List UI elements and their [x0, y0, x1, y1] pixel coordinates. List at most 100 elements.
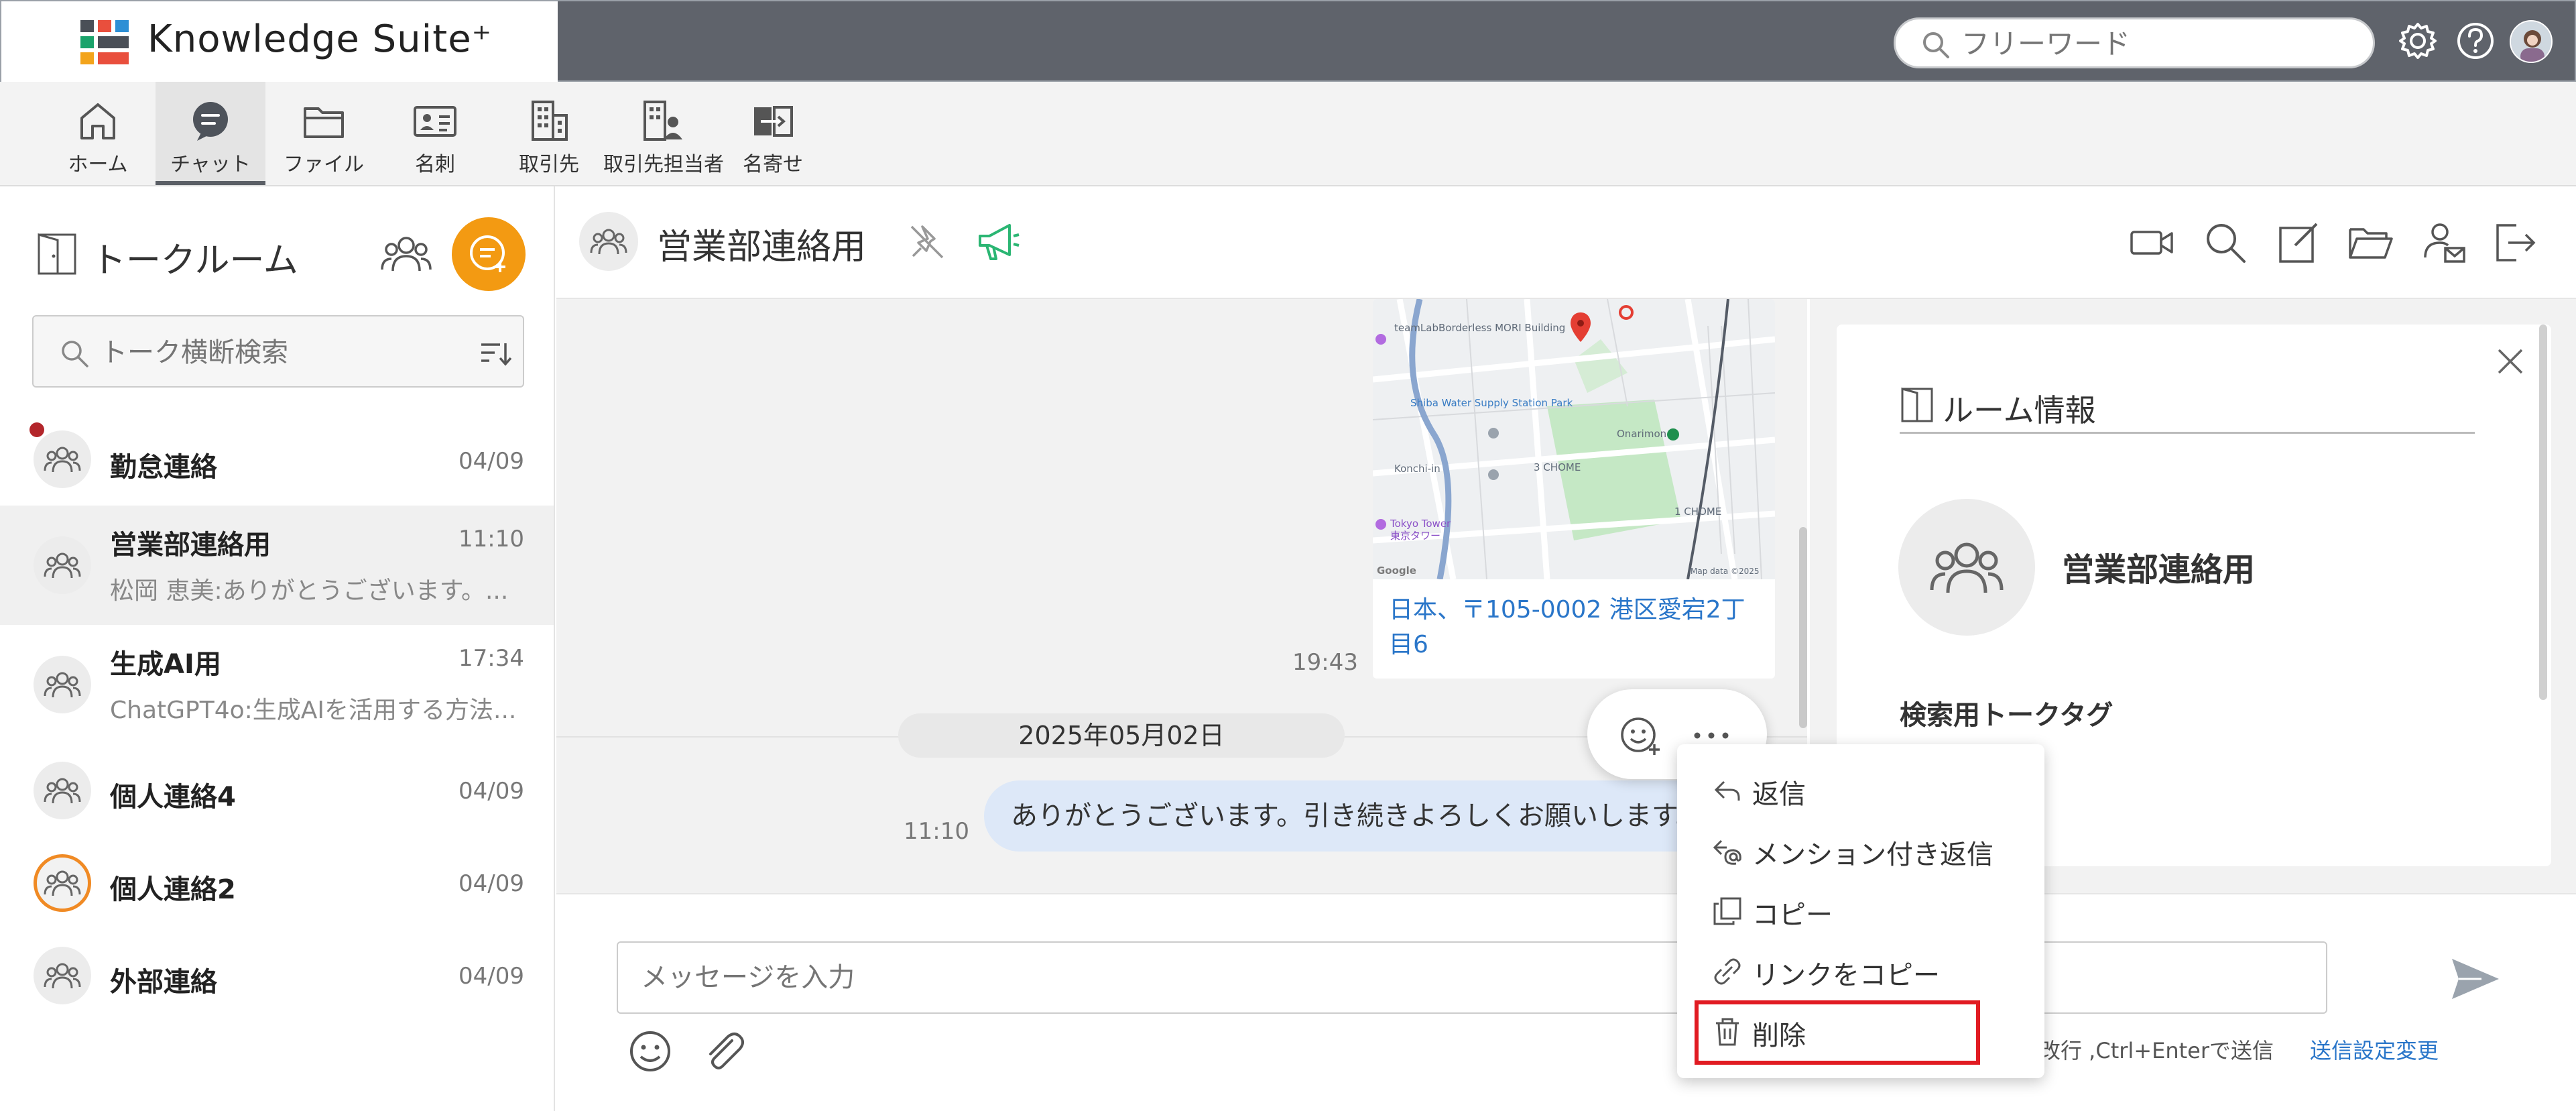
room-avatar	[34, 430, 91, 488]
member-mail-icon[interactable]	[2421, 220, 2467, 266]
pin-off-icon[interactable]	[906, 221, 948, 263]
business-card-icon	[414, 106, 456, 137]
nav-chat-label: チャット	[170, 153, 251, 176]
talk-search[interactable]	[32, 315, 524, 388]
room-avatar	[34, 536, 91, 594]
talk-room-sidebar: トークルーム トーク横断検索 勤怠連絡 04/09 営業部連絡用 11:10 松…	[0, 186, 555, 1111]
search-icon	[1923, 32, 1949, 58]
send-hint: で改行 ,Ctrl+Enterで送信	[2018, 1038, 2274, 1063]
copy-icon	[1713, 897, 1741, 925]
leave-room-icon[interactable]	[2492, 220, 2538, 266]
new-chat-button[interactable]	[452, 217, 526, 291]
search-icon[interactable]	[2203, 220, 2248, 266]
nav-home-label: ホーム	[68, 153, 128, 176]
room-time: 17:34	[458, 645, 524, 672]
menu-item-mention-reply[interactable]: メンション付き返信	[1677, 821, 2044, 881]
nav-business-card-label: 名刺	[415, 153, 455, 176]
message-list[interactable]: teamLabBorderless MORI Building Shiba Wa…	[556, 299, 1807, 893]
room-item[interactable]: 営業部連絡用 11:10 松岡 恵美:ありがとうございます。...	[0, 506, 554, 625]
global-search-input[interactable]	[1961, 26, 2350, 61]
main-nav: ホーム チャット ファイル 名刺 取引先 取引先担当者 名寄せ	[0, 82, 2576, 186]
map-label: teamLabBorderless MORI Building	[1394, 322, 1565, 334]
sort-icon[interactable]	[480, 339, 512, 367]
room-name: 生成AI用	[110, 649, 221, 680]
map-label: 東京タワー	[1390, 530, 1440, 542]
attachment-icon[interactable]	[700, 1027, 748, 1075]
room-preview: 松岡 恵美:ありがとうございます。...	[110, 577, 509, 605]
video-call-icon[interactable]	[2129, 220, 2174, 266]
new-chat-icon	[470, 235, 505, 272]
room-item[interactable]: 生成AI用 17:34 ChatGPT4o:生成AIを活用する方法...	[0, 625, 554, 744]
chat-icon	[193, 102, 228, 141]
room-name: 個人連絡4	[110, 782, 236, 813]
message-bubble[interactable]: ありがとうございます。引き続きよろしくお願いします。	[984, 780, 1721, 852]
group-icon	[590, 229, 627, 255]
add-reaction-icon[interactable]	[1618, 713, 1662, 758]
map-label: Google	[1377, 565, 1416, 577]
close-icon[interactable]	[2494, 345, 2527, 378]
megaphone-icon[interactable]	[975, 220, 1020, 263]
room-time: 04/09	[458, 448, 524, 475]
room-item[interactable]: 個人連絡2 04/09	[0, 837, 554, 929]
global-search[interactable]	[1894, 17, 2375, 68]
brand[interactable]: Knowledge Suite⁺	[1, 1, 558, 82]
brand-logo-icon	[80, 20, 129, 64]
menu-item-label: メンション付き返信	[1752, 839, 1994, 870]
menu-item-copy-link[interactable]: リンクをコピー	[1677, 941, 2044, 1002]
group-icon	[44, 447, 81, 473]
map-label: 3 CHOME	[1534, 461, 1581, 473]
map-preview[interactable]: teamLabBorderless MORI Building Shiba Wa…	[1373, 299, 1775, 579]
emoji-icon[interactable]	[626, 1027, 674, 1075]
door-icon	[1901, 388, 1933, 422]
room-time: 04/09	[458, 870, 524, 897]
room-item[interactable]: 勤怠連絡 04/09	[0, 414, 554, 506]
nav-home[interactable]: ホーム	[59, 82, 137, 185]
panel-scrollbar[interactable]	[2539, 325, 2547, 700]
edit-note-icon[interactable]	[2275, 220, 2321, 266]
gear-icon[interactable]	[2397, 20, 2439, 62]
unread-dot	[29, 422, 44, 437]
room-avatar	[34, 762, 91, 819]
menu-item-reply[interactable]: 返信	[1677, 760, 2044, 821]
group-icon	[44, 552, 81, 579]
map-label: Map data ©2025	[1691, 567, 1760, 576]
map-address-link[interactable]: 日本、〒105-0002 港区愛宕2丁目6	[1389, 593, 1764, 662]
room-name: 個人連絡2	[110, 874, 236, 905]
user-avatar[interactable]	[2510, 20, 2553, 63]
message-input[interactable]	[617, 941, 2327, 1014]
group-icon	[44, 778, 81, 804]
room-avatar	[579, 212, 638, 271]
search-icon	[62, 341, 88, 367]
nav-business-card[interactable]: 名刺	[393, 82, 477, 185]
menu-item-copy[interactable]: コピー	[1677, 881, 2044, 941]
nav-file[interactable]: ファイル	[282, 82, 366, 185]
nav-chat[interactable]: チャット	[156, 82, 265, 185]
map-label: 1 CHOME	[1674, 506, 1721, 518]
door-icon	[38, 233, 76, 275]
link-icon	[1714, 958, 1741, 985]
talk-search-input[interactable]	[101, 333, 449, 373]
help-icon[interactable]	[2455, 20, 2496, 62]
nav-file-label: ファイル	[284, 153, 364, 176]
message-scrollbar[interactable]	[1799, 527, 1807, 728]
nav-client[interactable]: 取引先	[507, 82, 591, 185]
folder-open-icon[interactable]	[2347, 220, 2393, 266]
nav-client-contact[interactable]: 取引先担当者	[603, 82, 724, 185]
mention-reply-icon	[1713, 839, 1741, 865]
room-info-title: ルーム情報	[1943, 392, 2096, 428]
room-avatar	[34, 854, 91, 912]
merge-icon	[754, 106, 793, 137]
room-item[interactable]: 外部連絡 04/09	[0, 929, 554, 1022]
members-icon[interactable]	[379, 228, 433, 282]
nav-merge-label: 名寄せ	[743, 153, 803, 176]
location-message[interactable]: teamLabBorderless MORI Building Shiba Wa…	[1373, 299, 1775, 679]
room-item[interactable]: 個人連絡4 04/09	[0, 744, 554, 837]
map-label: Tokyo Tower	[1390, 518, 1451, 530]
send-icon[interactable]	[2448, 952, 2502, 1006]
send-setting-link[interactable]: 送信設定変更	[2310, 1034, 2439, 1065]
nav-merge[interactable]: 名寄せ	[731, 82, 815, 185]
search-tag-label: 検索用トークタグ	[1900, 700, 2113, 731]
room-avatar	[34, 656, 91, 713]
room-name: 外部連絡	[110, 967, 217, 998]
title-underline	[1900, 432, 2475, 434]
